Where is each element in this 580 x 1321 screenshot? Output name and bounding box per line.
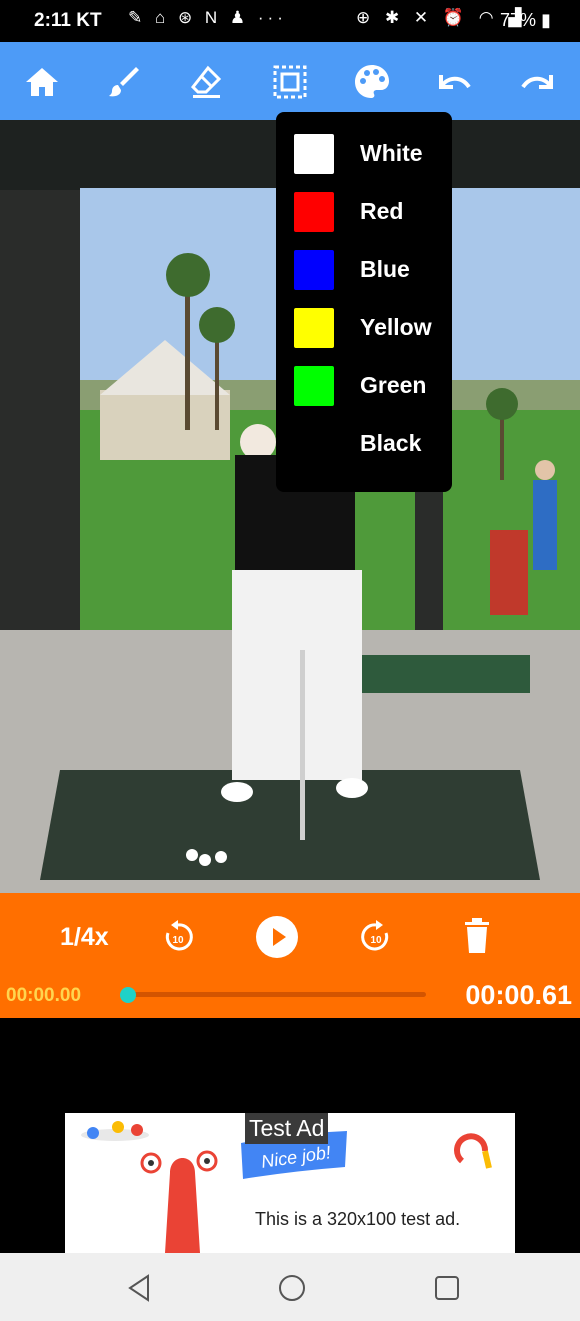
color-option-yellow[interactable]: Yellow bbox=[294, 298, 452, 356]
ad-text: This is a 320x100 test ad. bbox=[255, 1209, 461, 1229]
seek-thumb[interactable] bbox=[120, 987, 136, 1003]
swatch-white bbox=[294, 134, 334, 174]
color-option-label: Yellow bbox=[360, 314, 432, 340]
color-option-white[interactable]: White bbox=[294, 124, 452, 182]
select-area-icon[interactable] bbox=[270, 62, 310, 102]
palette-icon[interactable] bbox=[352, 62, 392, 102]
swatch-green bbox=[294, 366, 334, 406]
swatch-red bbox=[294, 192, 334, 232]
current-time: 00:00.00 bbox=[6, 985, 82, 1006]
delete-icon[interactable] bbox=[462, 917, 492, 955]
play-icon bbox=[273, 928, 286, 946]
speed-button[interactable]: 1/4x bbox=[60, 923, 109, 952]
home-icon[interactable] bbox=[22, 62, 62, 102]
battery-indicator: 77% ▮ bbox=[500, 10, 551, 30]
undo-icon[interactable] bbox=[434, 62, 474, 102]
swatch-yellow bbox=[294, 308, 334, 348]
color-option-label: Green bbox=[360, 372, 427, 398]
color-option-label: Red bbox=[360, 198, 404, 224]
clock: 2:11 KT bbox=[34, 10, 102, 31]
color-option-black[interactable]: Black bbox=[294, 414, 452, 472]
redo-icon[interactable] bbox=[518, 62, 558, 102]
total-time: 00:00.61 bbox=[465, 980, 572, 1010]
player-controls: 1/4x 10 10 00:00.00 00:00.61 bbox=[0, 893, 580, 1018]
color-option-green[interactable]: Green bbox=[294, 356, 452, 414]
drawing-toolbar bbox=[0, 42, 580, 120]
forward-10-icon[interactable]: 10 bbox=[358, 919, 394, 955]
status-bar: 2:11 KT ✎ ⌂ ⊛ N ♟ ··· ⊕ ✱ ✕ ⏰ ◠ ▟ 77% ▮ bbox=[0, 0, 580, 42]
color-option-label: Blue bbox=[360, 256, 410, 282]
rewind-10-icon[interactable]: 10 bbox=[160, 919, 196, 955]
seek-track[interactable] bbox=[128, 992, 426, 997]
color-option-red[interactable]: Red bbox=[294, 182, 452, 240]
play-button[interactable] bbox=[256, 916, 298, 958]
color-menu: White Red Blue Yellow Green Black bbox=[276, 112, 452, 492]
back-icon[interactable] bbox=[122, 1271, 156, 1305]
swatch-blue bbox=[294, 250, 334, 290]
brush-icon[interactable] bbox=[104, 62, 144, 102]
test-ad-badge: Test Ad bbox=[245, 1113, 329, 1144]
swatch-black bbox=[294, 424, 334, 464]
svg-text:10: 10 bbox=[370, 935, 382, 946]
eraser-icon[interactable] bbox=[186, 62, 226, 102]
recents-icon[interactable] bbox=[430, 1271, 464, 1305]
notification-icons: ✎ ⌂ ⊛ N ♟ ··· bbox=[128, 8, 287, 27]
color-option-blue[interactable]: Blue bbox=[294, 240, 452, 298]
home-circle-icon[interactable] bbox=[275, 1271, 309, 1305]
color-option-label: White bbox=[360, 140, 423, 166]
color-option-label: Black bbox=[360, 430, 422, 456]
system-nav-bar bbox=[0, 1253, 580, 1321]
svg-text:10: 10 bbox=[172, 935, 184, 946]
